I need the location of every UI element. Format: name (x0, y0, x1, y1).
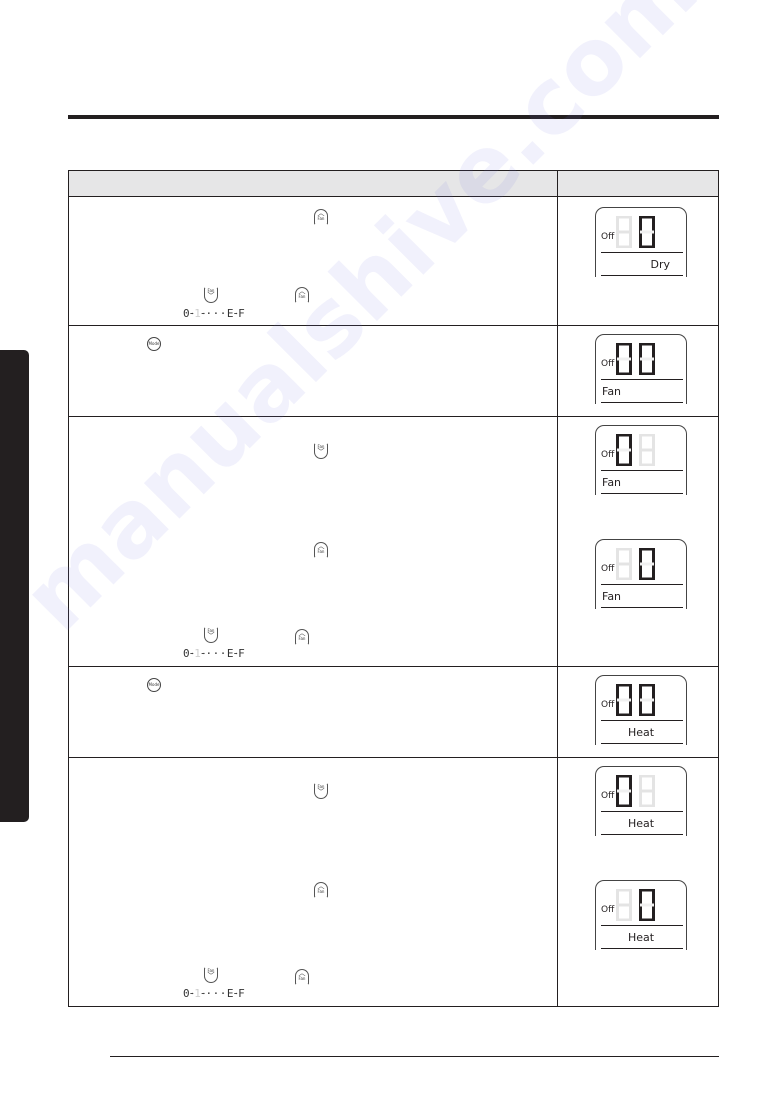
lcd-divider (601, 925, 683, 926)
lcd-mode-label: Heat (627, 726, 655, 739)
lcd-divider (601, 811, 683, 812)
lcd-off-label: Off (601, 450, 615, 460)
lcd-digit (616, 774, 632, 808)
footer-rule (110, 1056, 719, 1057)
lcd-divider (601, 275, 683, 276)
lcd-divider (601, 493, 683, 494)
fan-up-icon: ︿ Fan (295, 969, 309, 985)
lcd-mode-label: Fan (602, 385, 622, 398)
lcd-digit (639, 215, 655, 249)
lcd-display: Off Fan (595, 425, 687, 495)
row-display: Off Fan Off Fan (558, 417, 718, 666)
lcd-digit (639, 547, 655, 581)
lcd-divider (601, 743, 683, 744)
table-row: Mode Off Fan (69, 325, 718, 416)
lcd-mode-label: Fan (602, 590, 622, 603)
row-display: Off Heat (558, 667, 718, 757)
fan-speed-sequence: 0➡1➡···E➡F (183, 647, 246, 660)
top-rule (68, 115, 719, 119)
lcd-divider (601, 834, 683, 835)
lcd-off-label: Off (601, 791, 615, 801)
row-description: Fan ﹀ ︿ Fan Fan ﹀ ︿ Fan 0➡1➡···E➡F (69, 758, 558, 1006)
lcd-divider (601, 584, 683, 585)
lcd-digit (616, 433, 632, 467)
lcd-digit (639, 774, 655, 808)
lcd-off-label: Off (601, 232, 615, 242)
lcd-digit (639, 342, 655, 376)
lcd-digit (616, 215, 632, 249)
table-header (69, 171, 718, 196)
lcd-off-label: Off (601, 359, 615, 369)
chapter-side-tab (0, 350, 29, 822)
lcd-divider (601, 948, 683, 949)
fan-down-icon: Fan ﹀ (204, 287, 218, 303)
mode-table: ︿ Fan Fan ﹀ ︿ Fan 0➡1➡···E➡F Off Dry Mode Of… (68, 170, 719, 1007)
lcd-mode-label: Fan (602, 476, 622, 489)
lcd-mode-label: Heat (627, 931, 655, 944)
fan-down-icon: Fan ﹀ (204, 627, 218, 643)
lcd-digit (616, 547, 632, 581)
fan-down-icon: Fan ﹀ (314, 783, 328, 799)
table-row: ︿ Fan Fan ﹀ ︿ Fan 0➡1➡···E➡F Off Dry (69, 196, 718, 325)
fan-speed-sequence: 0➡1➡···E➡F (183, 987, 246, 1000)
fan-down-icon: Fan ﹀ (204, 967, 218, 983)
lcd-display: Off Fan (595, 334, 687, 404)
row-description: ︿ Fan Fan ﹀ ︿ Fan 0➡1➡···E➡F (69, 197, 558, 325)
lcd-display: Off Fan (595, 539, 687, 609)
mode-button-icon: Mode (147, 678, 161, 692)
row-description: Mode (69, 667, 558, 757)
lcd-digit (616, 888, 632, 922)
lcd-divider (601, 470, 683, 471)
row-description: Fan ﹀ ︿ Fan Fan ﹀ ︿ Fan 0➡1➡···E➡F (69, 417, 558, 666)
fan-up-icon: ︿ Fan (295, 629, 309, 645)
row-display: Off Dry (558, 197, 718, 325)
fan-down-icon: Fan ﹀ (314, 443, 328, 459)
header-display (558, 171, 718, 196)
header-description (69, 171, 558, 196)
fan-speed-sequence: 0➡1➡···E➡F (183, 307, 246, 320)
lcd-off-label: Off (601, 700, 615, 710)
mode-button-icon: Mode (147, 337, 161, 351)
table-row: Fan ﹀ ︿ Fan Fan ﹀ ︿ Fan 0➡1➡···E➡F Off Heat O… (69, 757, 718, 1006)
lcd-divider (601, 402, 683, 403)
fan-up-icon: ︿ Fan (295, 287, 309, 303)
row-description: Mode (69, 326, 558, 416)
fan-up-icon: ︿ Fan (314, 209, 328, 225)
table-row: Mode Off Heat (69, 666, 718, 757)
lcd-display: Off Dry (595, 207, 687, 277)
lcd-divider (601, 379, 683, 380)
lcd-digit (616, 342, 632, 376)
fan-up-icon: ︿ Fan (314, 882, 328, 898)
fan-up-icon: ︿ Fan (314, 542, 328, 558)
lcd-divider (601, 607, 683, 608)
lcd-digit (639, 433, 655, 467)
lcd-digit (616, 683, 632, 717)
lcd-display: Off Heat (595, 766, 687, 836)
lcd-digit (639, 683, 655, 717)
lcd-divider (601, 720, 683, 721)
table-row: Fan ﹀ ︿ Fan Fan ﹀ ︿ Fan 0➡1➡···E➡F Off Fan Of… (69, 416, 718, 666)
lcd-off-label: Off (601, 905, 615, 915)
lcd-off-label: Off (601, 564, 615, 574)
lcd-divider (601, 252, 683, 253)
lcd-mode-label: Dry (650, 258, 670, 271)
lcd-mode-label: Heat (627, 817, 655, 830)
row-display: Off Heat Off Heat (558, 758, 718, 1006)
lcd-display: Off Heat (595, 880, 687, 950)
row-display: Off Fan (558, 326, 718, 416)
lcd-digit (639, 888, 655, 922)
lcd-display: Off Heat (595, 675, 687, 745)
